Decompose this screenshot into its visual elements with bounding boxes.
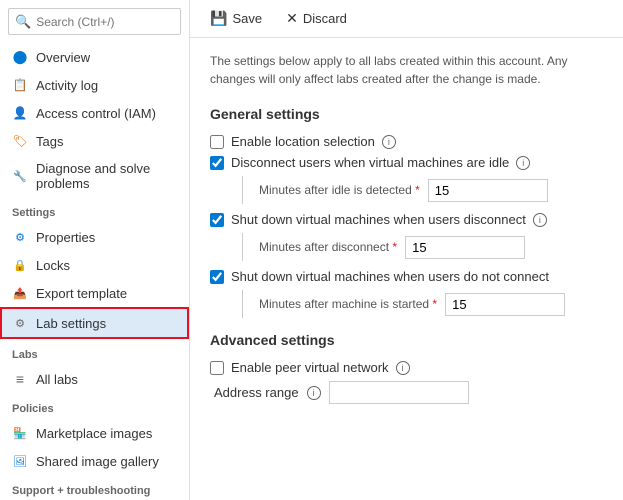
- address-range-input[interactable]: [329, 381, 469, 404]
- enable-peer-checkbox[interactable]: [210, 361, 224, 375]
- all-labs-icon: ≡: [12, 371, 28, 387]
- indent-line-3: [242, 290, 243, 318]
- minutes-disconnect-row: Minutes after disconnect *: [242, 233, 603, 261]
- enable-location-label: Enable location selection: [231, 134, 375, 149]
- properties-icon: ⚙: [12, 229, 28, 245]
- sidebar-label-export-template: Export template: [36, 286, 127, 301]
- shutdown-noconnect-checkbox[interactable]: [210, 270, 224, 284]
- minutes-disconnect-input[interactable]: [405, 236, 525, 259]
- sidebar-label-overview: Overview: [36, 50, 90, 65]
- search-input[interactable]: [36, 15, 190, 29]
- sidebar-label-tags: Tags: [36, 134, 63, 149]
- content-area: The settings below apply to all labs cre…: [190, 38, 623, 500]
- address-range-info-icon[interactable]: i: [307, 386, 321, 400]
- discard-icon: ✕: [286, 10, 298, 27]
- enable-location-info-icon[interactable]: i: [382, 135, 396, 149]
- minutes-idle-label: Minutes after idle is detected *: [259, 183, 420, 197]
- sidebar-label-shared-image-gallery: Shared image gallery: [36, 454, 159, 469]
- sidebar-label-activity-log: Activity log: [36, 78, 98, 93]
- access-icon: 👤: [12, 105, 28, 121]
- address-range-label: Address range: [214, 385, 299, 400]
- disconnect-users-checkbox[interactable]: [210, 156, 224, 170]
- sidebar: 🔍 ≫ ⬤ Overview 📋 Activity log 👤 Access c…: [0, 0, 190, 500]
- shutdown-disconnect-row: Shut down virtual machines when users di…: [210, 212, 603, 227]
- overview-icon: ⬤: [12, 49, 28, 65]
- sidebar-section-policies: Policies: [0, 393, 189, 419]
- minutes-idle-required: *: [415, 183, 420, 197]
- sidebar-label-lab-settings: Lab settings: [36, 316, 106, 331]
- description-text: The settings below apply to all labs cre…: [210, 52, 603, 88]
- sidebar-item-all-labs[interactable]: ≡ All labs: [0, 365, 189, 393]
- sidebar-label-marketplace-images: Marketplace images: [36, 426, 152, 441]
- address-range-row: Address range i: [214, 381, 603, 404]
- tags-icon: 🏷: [12, 133, 28, 149]
- activity-icon: 📋: [12, 77, 28, 93]
- save-button[interactable]: 💾 Save: [206, 8, 266, 29]
- diagnose-icon: 🔧: [12, 168, 28, 184]
- sidebar-item-tags[interactable]: 🏷 Tags: [0, 127, 189, 155]
- advanced-settings-title: Advanced settings: [210, 332, 603, 348]
- discard-button[interactable]: ✕ Discard: [282, 8, 351, 29]
- sidebar-item-locks[interactable]: 🔒 Locks: [0, 251, 189, 279]
- toolbar: 💾 Save ✕ Discard: [190, 0, 623, 38]
- minutes-started-label: Minutes after machine is started *: [259, 297, 437, 311]
- enable-location-row: Enable location selection i: [210, 134, 603, 149]
- enable-peer-info-icon[interactable]: i: [396, 361, 410, 375]
- locks-icon: 🔒: [12, 257, 28, 273]
- disconnect-users-label: Disconnect users when virtual machines a…: [231, 155, 509, 170]
- enable-peer-label: Enable peer virtual network: [231, 360, 389, 375]
- search-bar[interactable]: 🔍 ≫: [8, 8, 181, 35]
- sidebar-item-lab-settings[interactable]: ⚙ Lab settings: [0, 307, 189, 339]
- minutes-idle-row: Minutes after idle is detected *: [242, 176, 603, 204]
- sidebar-item-marketplace-images[interactable]: 🏪 Marketplace images: [0, 419, 189, 447]
- sidebar-section-support: Support + troubleshooting: [0, 475, 189, 500]
- search-icon: 🔍: [15, 14, 31, 30]
- shutdown-disconnect-info-icon[interactable]: i: [533, 213, 547, 227]
- sidebar-label-properties: Properties: [36, 230, 95, 245]
- minutes-started-row: Minutes after machine is started *: [242, 290, 603, 318]
- minutes-started-input[interactable]: [445, 293, 565, 316]
- indent-line-1: [242, 176, 243, 204]
- sidebar-section-labs: Labs: [0, 339, 189, 365]
- minutes-disconnect-required: *: [392, 240, 397, 254]
- sidebar-item-overview[interactable]: ⬤ Overview: [0, 43, 189, 71]
- save-label: Save: [232, 11, 262, 26]
- export-icon: 📤: [12, 285, 28, 301]
- sidebar-label-locks: Locks: [36, 258, 70, 273]
- sidebar-label-access-control: Access control (IAM): [36, 106, 156, 121]
- sidebar-item-diagnose[interactable]: 🔧 Diagnose and solve problems: [0, 155, 189, 197]
- sidebar-item-properties[interactable]: ⚙ Properties: [0, 223, 189, 251]
- sidebar-section-settings: Settings: [0, 197, 189, 223]
- minutes-idle-input[interactable]: [428, 179, 548, 202]
- general-settings-title: General settings: [210, 106, 603, 122]
- shutdown-disconnect-label: Shut down virtual machines when users di…: [231, 212, 526, 227]
- sidebar-label-diagnose: Diagnose and solve problems: [36, 161, 177, 191]
- marketplace-icon: 🏪: [12, 425, 28, 441]
- minutes-started-required: *: [432, 297, 437, 311]
- shutdown-noconnect-row: Shut down virtual machines when users do…: [210, 269, 603, 284]
- enable-peer-row: Enable peer virtual network i: [210, 360, 603, 375]
- sidebar-item-access-control[interactable]: 👤 Access control (IAM): [0, 99, 189, 127]
- sidebar-label-all-labs: All labs: [36, 372, 78, 387]
- enable-location-checkbox[interactable]: [210, 135, 224, 149]
- sidebar-item-shared-image-gallery[interactable]: 🖼 Shared image gallery: [0, 447, 189, 475]
- sidebar-item-export-template[interactable]: 📤 Export template: [0, 279, 189, 307]
- discard-label: Discard: [303, 11, 347, 26]
- minutes-disconnect-label: Minutes after disconnect *: [259, 240, 397, 254]
- disconnect-users-row: Disconnect users when virtual machines a…: [210, 155, 603, 170]
- shared-image-icon: 🖼: [12, 453, 28, 469]
- save-icon: 💾: [210, 10, 227, 27]
- lab-settings-icon: ⚙: [12, 315, 28, 331]
- sidebar-item-activity-log[interactable]: 📋 Activity log: [0, 71, 189, 99]
- indent-line-2: [242, 233, 243, 261]
- shutdown-disconnect-checkbox[interactable]: [210, 213, 224, 227]
- main-content: 💾 Save ✕ Discard The settings below appl…: [190, 0, 623, 500]
- shutdown-noconnect-label: Shut down virtual machines when users do…: [231, 269, 549, 284]
- disconnect-users-info-icon[interactable]: i: [516, 156, 530, 170]
